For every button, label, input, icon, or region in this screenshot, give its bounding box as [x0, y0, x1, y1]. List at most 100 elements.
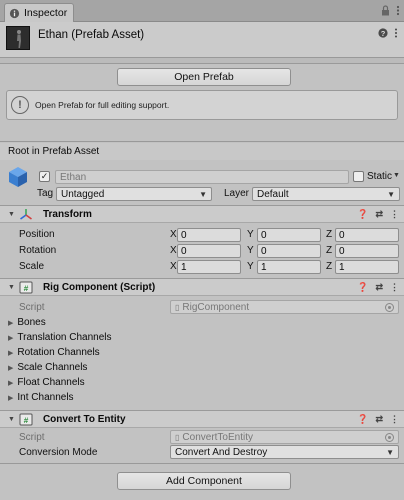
menu-icon[interactable]: ⋮ — [390, 209, 399, 220]
script-file-icon: ▯ — [175, 432, 180, 442]
foldout-bones[interactable]: ▶ Bones — [8, 317, 46, 328]
foldout-closed-icon[interactable]: ▶ — [8, 334, 13, 342]
axis-x-label: X — [170, 261, 177, 272]
conversion-mode-dropdown[interactable]: Convert And Destroy ▼ — [170, 445, 399, 459]
menu-icon[interactable]: ⋮ — [390, 414, 399, 425]
axis-y-label: Y — [247, 245, 254, 256]
rotation-x-field[interactable]: 0 — [177, 244, 241, 258]
svg-text:#: # — [24, 285, 29, 294]
help-icon[interactable]: ❓ — [357, 414, 368, 425]
open-prefab-button[interactable]: Open Prefab — [117, 68, 291, 86]
scale-z-field[interactable]: 1 — [335, 260, 399, 274]
menu-icon[interactable]: ⋮ — [390, 282, 399, 293]
position-x-field[interactable]: 0 — [177, 228, 241, 242]
scale-y-field[interactable]: 1 — [257, 260, 321, 274]
menu-icon[interactable] — [396, 5, 400, 16]
name-field[interactable]: Ethan — [55, 170, 349, 184]
tag-label: Tag — [37, 188, 54, 199]
help-box: ! Open Prefab for full editing support. — [6, 90, 398, 120]
conversion-mode-value: Convert And Destroy — [175, 446, 268, 458]
foldout-label: Bones — [17, 317, 46, 328]
transform-icon — [19, 208, 32, 220]
root-label: Root in Prefab Asset — [0, 143, 404, 160]
script-label: Script — [19, 432, 45, 443]
lock-icon[interactable] — [381, 5, 390, 16]
layer-label: Layer — [224, 188, 250, 199]
foldout-label: Translation Channels — [17, 332, 112, 343]
foldout-label: Float Channels — [17, 377, 85, 388]
foldout-float-channels[interactable]: ▶ Float Channels — [8, 377, 85, 388]
svg-text:?: ? — [381, 29, 386, 38]
script-icon: # — [19, 413, 33, 426]
conversion-mode-label: Conversion Mode — [19, 447, 98, 458]
foldout-label: Scale Channels — [17, 362, 88, 373]
script-icon: # — [19, 281, 33, 294]
help-icon[interactable]: ? — [378, 28, 388, 38]
axis-z-label: Z — [326, 261, 333, 272]
active-checkbox[interactable]: ✓ — [39, 171, 50, 182]
divider — [0, 141, 404, 142]
add-component-button[interactable]: Add Component — [117, 472, 291, 490]
tab-inspector[interactable]: Inspector — [4, 3, 74, 22]
presets-icon[interactable]: ⇄ — [375, 282, 383, 293]
rig-script-field: ▯ RigComponent — [170, 300, 399, 314]
info-icon: ! — [11, 96, 29, 114]
tag-dropdown[interactable]: Untagged ▼ — [56, 187, 212, 201]
foldout-rotation-channels[interactable]: ▶ Rotation Channels — [8, 347, 100, 358]
layer-dropdown[interactable]: Default ▼ — [252, 187, 400, 201]
script-label: Script — [19, 302, 45, 313]
settings-icon[interactable] — [394, 28, 398, 38]
foldout-closed-icon[interactable]: ▶ — [8, 394, 13, 402]
cube-icon — [9, 167, 27, 187]
transform-title: Transform — [42, 208, 92, 220]
static-label: Static — [367, 171, 393, 182]
chevron-down-icon: ▼ — [386, 448, 394, 457]
foldout-closed-icon[interactable]: ▶ — [8, 319, 13, 327]
position-y-field[interactable]: 0 — [257, 228, 321, 242]
rig-component-header[interactable]: ▼ # Rig Component (Script) ❓ ⇄ ⋮ — [0, 278, 404, 296]
presets-icon[interactable]: ⇄ — [375, 414, 383, 425]
rig-script-value: RigComponent — [182, 301, 250, 313]
axis-y-label: Y — [247, 229, 254, 240]
scale-x-field[interactable]: 1 — [177, 260, 241, 274]
rig-component-title: Rig Component (Script) — [42, 281, 156, 293]
object-picker-icon[interactable] — [385, 303, 394, 312]
convert-script-field: ▯ ConvertToEntity — [170, 430, 399, 444]
foldout-closed-icon[interactable]: ▶ — [8, 379, 13, 387]
static-dropdown-arrow-icon[interactable]: ▼ — [393, 172, 400, 179]
rotation-y-field[interactable]: 0 — [257, 244, 321, 258]
transform-header[interactable]: ▼ Transform ❓ ⇄ ⋮ — [0, 205, 404, 223]
axis-z-label: Z — [326, 245, 333, 256]
position-label: Position — [19, 229, 55, 240]
foldout-open-icon[interactable]: ▼ — [8, 416, 15, 423]
prefab-title: Ethan (Prefab Asset) — [38, 29, 145, 41]
axis-x-label: X — [170, 245, 177, 256]
divider — [0, 463, 404, 464]
axis-z-label: Z — [326, 229, 333, 240]
convert-to-entity-title: Convert To Entity — [42, 413, 126, 425]
svg-text:#: # — [24, 417, 29, 426]
presets-icon[interactable]: ⇄ — [375, 209, 383, 220]
foldout-open-icon[interactable]: ▼ — [8, 211, 15, 218]
position-z-field[interactable]: 0 — [335, 228, 399, 242]
object-picker-icon[interactable] — [385, 433, 394, 442]
tab-label: Inspector — [24, 7, 68, 19]
foldout-scale-channels[interactable]: ▶ Scale Channels — [8, 362, 87, 373]
foldout-open-icon[interactable]: ▼ — [8, 284, 15, 291]
foldout-translation-channels[interactable]: ▶ Translation Channels — [8, 332, 112, 343]
character-preview-icon — [7, 27, 29, 49]
prefab-thumbnail — [6, 26, 30, 50]
rotation-z-field[interactable]: 0 — [335, 244, 399, 258]
script-file-icon: ▯ — [175, 302, 180, 312]
help-icon[interactable]: ❓ — [357, 209, 368, 220]
help-icon[interactable]: ❓ — [357, 282, 368, 293]
foldout-int-channels[interactable]: ▶ Int Channels — [8, 392, 74, 403]
foldout-closed-icon[interactable]: ▶ — [8, 349, 13, 357]
help-text: Open Prefab for full editing support. — [35, 100, 170, 110]
convert-to-entity-header[interactable]: ▼ # Convert To Entity ❓ ⇄ ⋮ — [0, 410, 404, 428]
foldout-closed-icon[interactable]: ▶ — [8, 364, 13, 372]
foldout-label: Rotation Channels — [17, 347, 100, 358]
chevron-down-icon: ▼ — [387, 190, 395, 199]
chevron-down-icon: ▼ — [199, 190, 207, 199]
static-checkbox[interactable] — [353, 171, 364, 182]
